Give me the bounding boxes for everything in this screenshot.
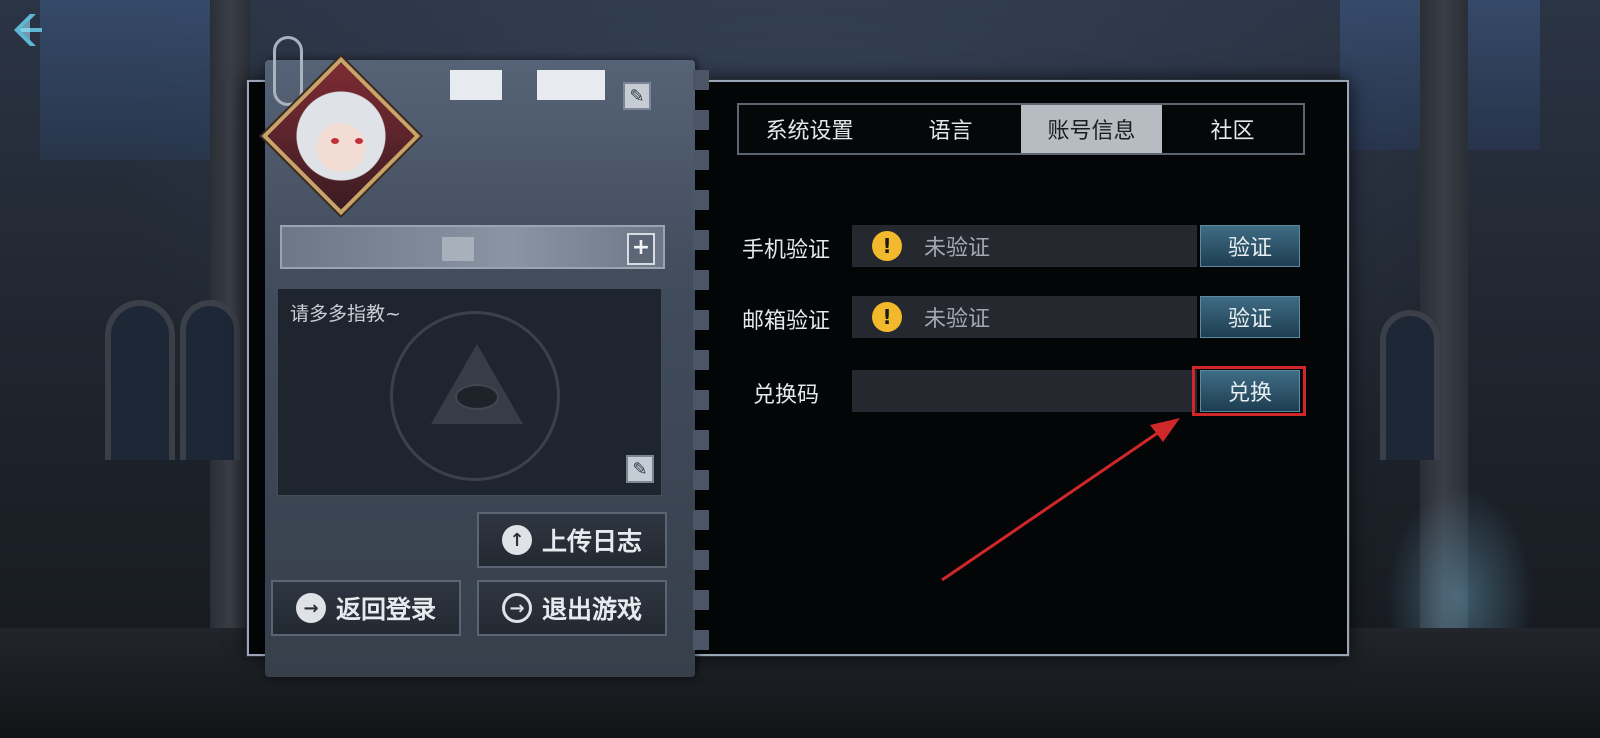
- eye-emblem-watermark: [390, 311, 560, 481]
- background-window-left: [40, 0, 220, 160]
- paperclip-icon: [273, 36, 303, 106]
- phone-verify-status-field: ! 未验证: [852, 225, 1197, 267]
- player-name-redacted: [450, 70, 502, 100]
- upload-arrow-icon: ↑: [501, 525, 532, 555]
- emblem-eye: [455, 384, 499, 410]
- tab-community[interactable]: 社区: [1162, 105, 1303, 153]
- edit-name-icon[interactable]: ✎: [623, 82, 651, 110]
- chevron-left-icon: [14, 14, 42, 46]
- email-verify-label: 邮箱验证: [741, 309, 830, 334]
- pencil-icon: ✎: [629, 85, 645, 107]
- player-id-redacted: [442, 237, 474, 261]
- copy-id-button[interactable]: +: [627, 233, 655, 265]
- settings-tabs: 系统设置 语言 账号信息 社区: [737, 103, 1305, 155]
- profile-card: ✎ + 请多多指教~ ✎ ↑ 上传日志 → 返回登录 → 退出游戏: [261, 36, 709, 677]
- edit-signature-icon[interactable]: ✎: [626, 455, 654, 483]
- exclamation-icon: !: [872, 302, 902, 332]
- phone-verify-button[interactable]: 验证: [1200, 225, 1300, 267]
- arrow-right-icon: →: [295, 593, 326, 623]
- background-arch: [1380, 310, 1440, 460]
- upload-log-button[interactable]: ↑ 上传日志: [477, 512, 667, 568]
- background-arch: [180, 300, 240, 460]
- player-id-field: +: [280, 225, 665, 269]
- tab-language[interactable]: 语言: [880, 105, 1021, 153]
- avatar-eye: [331, 138, 339, 144]
- back-button[interactable]: [6, 8, 50, 52]
- plus-icon: +: [631, 235, 651, 260]
- redeem-code-label: 兑换码: [752, 383, 819, 408]
- tab-system-settings[interactable]: 系统设置: [739, 105, 880, 153]
- tab-account-info[interactable]: 账号信息: [1021, 105, 1162, 153]
- return-login-label: 返回登录: [335, 595, 436, 624]
- redeem-button[interactable]: 兑换: [1200, 370, 1300, 412]
- return-login-button[interactable]: → 返回登录: [271, 580, 461, 636]
- phone-verify-status: 未验证: [924, 236, 991, 261]
- email-verify-status: 未验证: [924, 307, 991, 332]
- signature-box: 请多多指教~ ✎: [277, 288, 662, 496]
- exit-icon: →: [501, 593, 532, 623]
- redeem-code-input[interactable]: [852, 370, 1197, 412]
- exit-game-button[interactable]: → 退出游戏: [477, 580, 667, 636]
- pencil-icon: ✎: [632, 458, 648, 480]
- phone-verify-label: 手机验证: [741, 238, 830, 263]
- player-title-redacted: [537, 70, 605, 100]
- exit-game-label: 退出游戏: [541, 595, 642, 624]
- signature-text: 请多多指教~: [290, 303, 401, 325]
- exclamation-icon: !: [872, 231, 902, 261]
- background-arch: [105, 300, 175, 460]
- email-verify-status-field: ! 未验证: [852, 296, 1197, 338]
- email-verify-button[interactable]: 验证: [1200, 296, 1300, 338]
- upload-log-label: 上传日志: [541, 527, 642, 556]
- avatar-eye: [355, 138, 363, 144]
- card-edge-decoration: [693, 70, 709, 670]
